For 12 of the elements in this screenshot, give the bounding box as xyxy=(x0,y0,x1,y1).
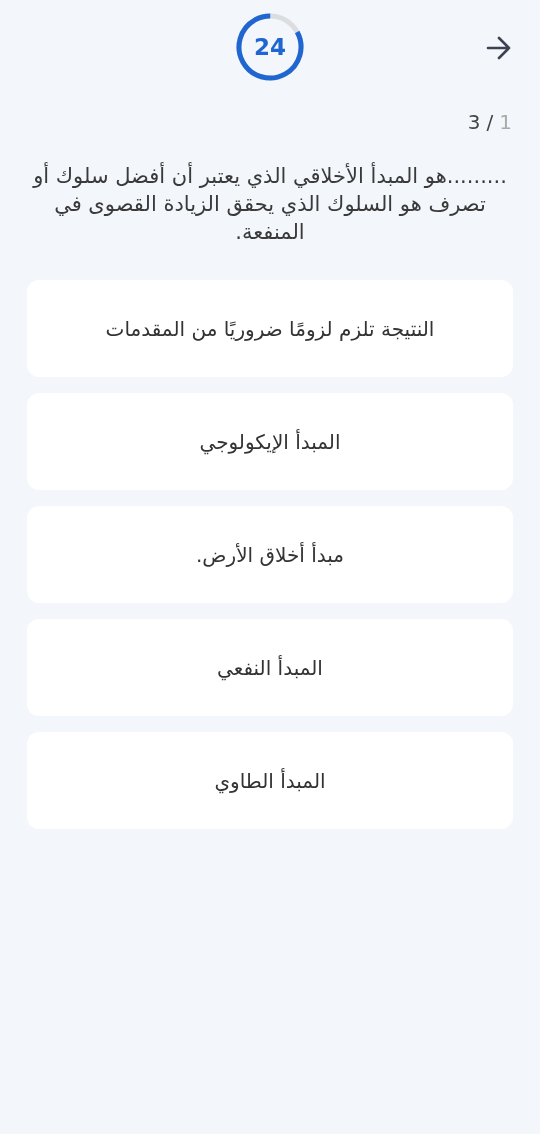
answer-option[interactable]: المبدأ النفعي xyxy=(27,619,513,716)
timer-ring xyxy=(235,12,305,82)
answer-option[interactable]: مبدأ أخلاق الأرض. xyxy=(27,506,513,603)
timer-value: 24 xyxy=(254,34,286,60)
question-text: .........هو المبدأ الأخلاقي الذي يعتبر أن أفضل سلوك أو تصرف هو السلوك الذي يحقق الزيادة القصوى في المنفعة. xyxy=(31,161,508,246)
arrow-right-icon[interactable] xyxy=(486,35,512,61)
answer-option[interactable]: المبدأ الطاوي xyxy=(27,732,513,829)
total-questions: 3 xyxy=(467,110,481,134)
answer-option[interactable]: المبدأ الإيكولوجي xyxy=(27,393,513,490)
current-question-number: 1 xyxy=(499,110,512,134)
counter-separator: / xyxy=(486,110,494,134)
answer-option[interactable]: النتيجة تلزم لزومًا ضروريًا من المقدمات xyxy=(27,280,513,377)
